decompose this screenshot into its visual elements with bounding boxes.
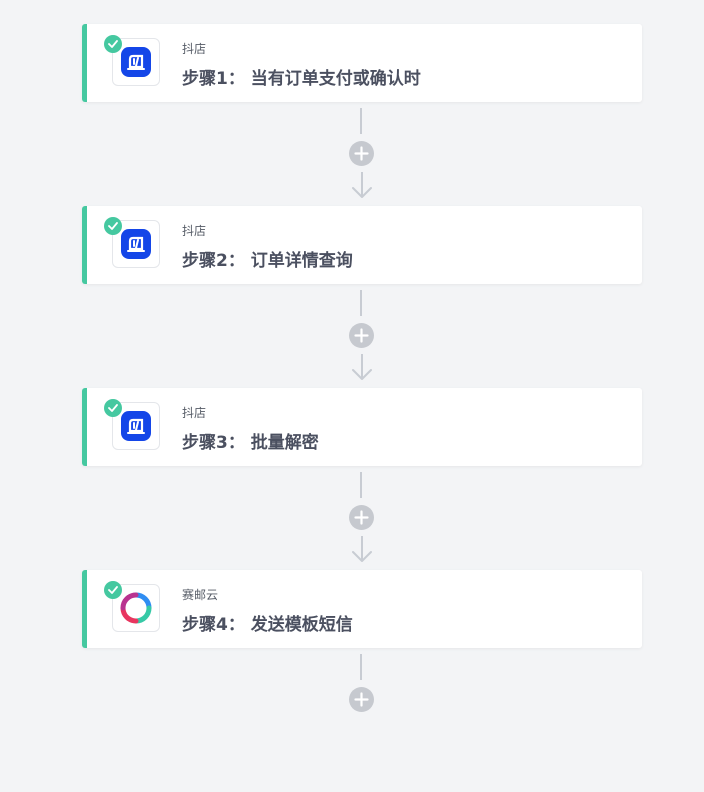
doudian-logo-icon	[121, 411, 151, 441]
arrow-down-icon	[352, 536, 372, 562]
step-card-3[interactable]: 抖店 步骤3： 批量解密	[82, 388, 642, 466]
step-app-name: 抖店	[182, 224, 207, 238]
step-connector	[348, 648, 376, 728]
step-app-name: 抖店	[182, 406, 207, 420]
step-card-2[interactable]: 抖店 步骤2： 订单详情查询	[82, 206, 642, 284]
check-icon	[104, 35, 122, 53]
plus-icon	[354, 510, 369, 525]
plus-icon	[354, 692, 369, 707]
workflow-canvas: 抖店 步骤1： 当有订单支付或确认时 抖店 步骤2： 订单详情查询 抖店 步骤3…	[0, 0, 704, 792]
step-card-1[interactable]: 抖店 步骤1： 当有订单支付或确认时	[82, 24, 642, 102]
check-icon	[104, 217, 122, 235]
step-connector	[348, 102, 376, 206]
arrow-down-icon	[352, 354, 372, 380]
step-title: 步骤4： 发送模板短信	[182, 615, 353, 635]
step-title: 步骤1： 当有订单支付或确认时	[182, 69, 421, 89]
step-connector	[348, 466, 376, 570]
check-icon	[104, 581, 122, 599]
connector-line	[360, 472, 362, 498]
step-app-name: 抖店	[182, 42, 207, 56]
doudian-logo-icon	[121, 47, 151, 77]
add-step-button[interactable]	[349, 505, 374, 530]
plus-icon	[354, 146, 369, 161]
connector-line	[360, 654, 362, 680]
step-title: 步骤3： 批量解密	[182, 433, 319, 453]
saiyou-logo-icon	[120, 592, 152, 624]
step-connector	[348, 284, 376, 388]
step-app-name: 赛邮云	[182, 588, 219, 602]
step-accent-bar	[82, 388, 87, 466]
arrow-down-icon	[352, 172, 372, 198]
step-accent-bar	[82, 206, 87, 284]
connector-line	[360, 290, 362, 316]
add-step-button[interactable]	[349, 323, 374, 348]
check-icon	[104, 399, 122, 417]
add-step-button[interactable]	[349, 687, 374, 712]
connector-line	[360, 108, 362, 134]
step-card-4[interactable]: 赛邮云 步骤4： 发送模板短信	[82, 570, 642, 648]
step-accent-bar	[82, 24, 87, 102]
add-step-button[interactable]	[349, 141, 374, 166]
step-accent-bar	[82, 570, 87, 648]
doudian-logo-icon	[121, 229, 151, 259]
plus-icon	[354, 328, 369, 343]
step-title: 步骤2： 订单详情查询	[182, 251, 353, 271]
